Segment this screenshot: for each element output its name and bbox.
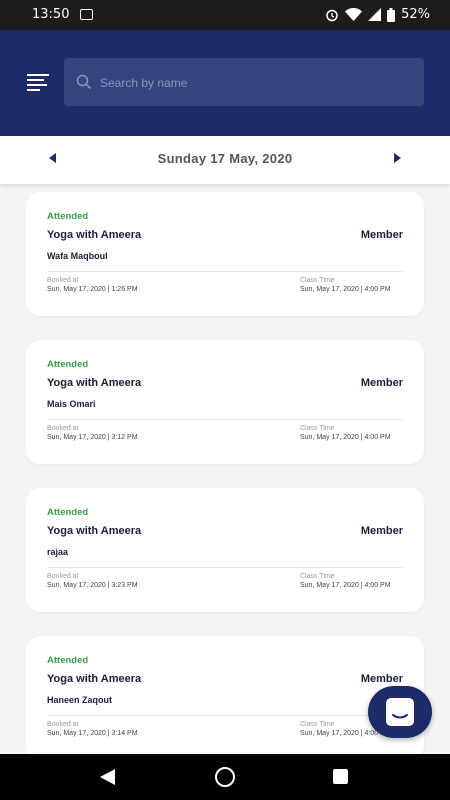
booked-at-value: Sun, May 17, 2020 | 1:26 PM — [47, 286, 138, 293]
booked-at-value: Sun, May 17, 2020 | 3:23 PM — [47, 582, 138, 589]
member-role: Member — [360, 673, 403, 685]
battery-percent: 52% — [401, 7, 430, 22]
class-time-label: Class Time — [300, 277, 335, 284]
member-name: Wafa Maqboul — [47, 251, 108, 261]
booking-status: Attended — [47, 507, 89, 518]
member-name: rajaa — [47, 547, 69, 557]
system-nav-bar — [0, 754, 450, 800]
card-divider — [47, 271, 403, 272]
member-name: Haneen Zaqout — [47, 695, 113, 705]
battery-icon — [387, 7, 396, 22]
app-header — [0, 30, 450, 136]
chevron-right-icon[interactable] — [394, 153, 401, 163]
member-name: Mais Omari — [47, 399, 96, 409]
booked-at-label: Booked at — [47, 721, 79, 728]
class-time-label: Class Time — [300, 425, 335, 432]
menu-icon[interactable] — [27, 74, 49, 91]
signal-icon — [368, 8, 382, 21]
booking-card[interactable]: Attended Yoga with Ameera Member rajaa B… — [26, 488, 424, 612]
booking-status: Attended — [47, 211, 89, 222]
member-role: Member — [360, 377, 403, 389]
class-time-value: Sun, May 17, 2020 | 4:00 PM — [300, 582, 391, 589]
search-box — [64, 58, 424, 108]
member-role: Member — [360, 525, 403, 537]
class-name: Yoga with Ameera — [47, 673, 142, 685]
booked-at-value: Sun, May 17, 2020 | 3:12 PM — [47, 434, 138, 441]
booking-status: Attended — [47, 655, 89, 666]
class-name: Yoga with Ameera — [47, 229, 142, 241]
booked-at-label: Booked at — [47, 573, 79, 580]
booking-card[interactable]: Attended Yoga with Ameera Member Wafa Ma… — [26, 192, 424, 316]
booking-status: Attended — [47, 359, 89, 370]
image-notification-icon — [80, 9, 93, 20]
card-divider — [47, 567, 403, 568]
wifi-icon — [345, 8, 363, 21]
search-icon — [76, 74, 92, 90]
status-time: 13:50 — [32, 7, 70, 22]
chat-button[interactable] — [368, 686, 432, 738]
booking-card[interactable]: Attended Yoga with Ameera Member Mais Om… — [26, 340, 424, 464]
status-icons: 52% — [325, 7, 430, 22]
alarm-icon — [326, 9, 338, 21]
status-bar: 13:50 52% — [0, 0, 450, 30]
class-time-value: Sun, May 17, 2020 | 4:00 PM — [300, 286, 391, 293]
booking-card[interactable]: Attended Yoga with Ameera Member Haneen … — [26, 636, 424, 760]
class-time-value: Sun, May 17, 2020 | 4:00 PM — [300, 434, 391, 441]
recent-apps-icon[interactable] — [333, 769, 348, 784]
booked-at-label: Booked at — [47, 425, 79, 432]
member-role: Member — [360, 229, 403, 241]
booked-at-label: Booked at — [47, 277, 79, 284]
back-icon[interactable] — [100, 769, 115, 785]
chat-icon — [386, 698, 414, 726]
booked-at-value: Sun, May 17, 2020 | 3:14 PM — [47, 730, 138, 737]
home-icon[interactable] — [215, 767, 235, 787]
class-name: Yoga with Ameera — [47, 525, 142, 537]
class-time-label: Class Time — [300, 573, 335, 580]
search-input[interactable] — [98, 58, 402, 108]
class-time-label: Class Time — [300, 721, 335, 728]
date-navigation: Sunday 17 May, 2020 — [0, 136, 450, 184]
card-divider — [47, 715, 403, 716]
selected-date: Sunday 17 May, 2020 — [157, 151, 293, 166]
class-name: Yoga with Ameera — [47, 377, 142, 389]
card-divider — [47, 419, 403, 420]
